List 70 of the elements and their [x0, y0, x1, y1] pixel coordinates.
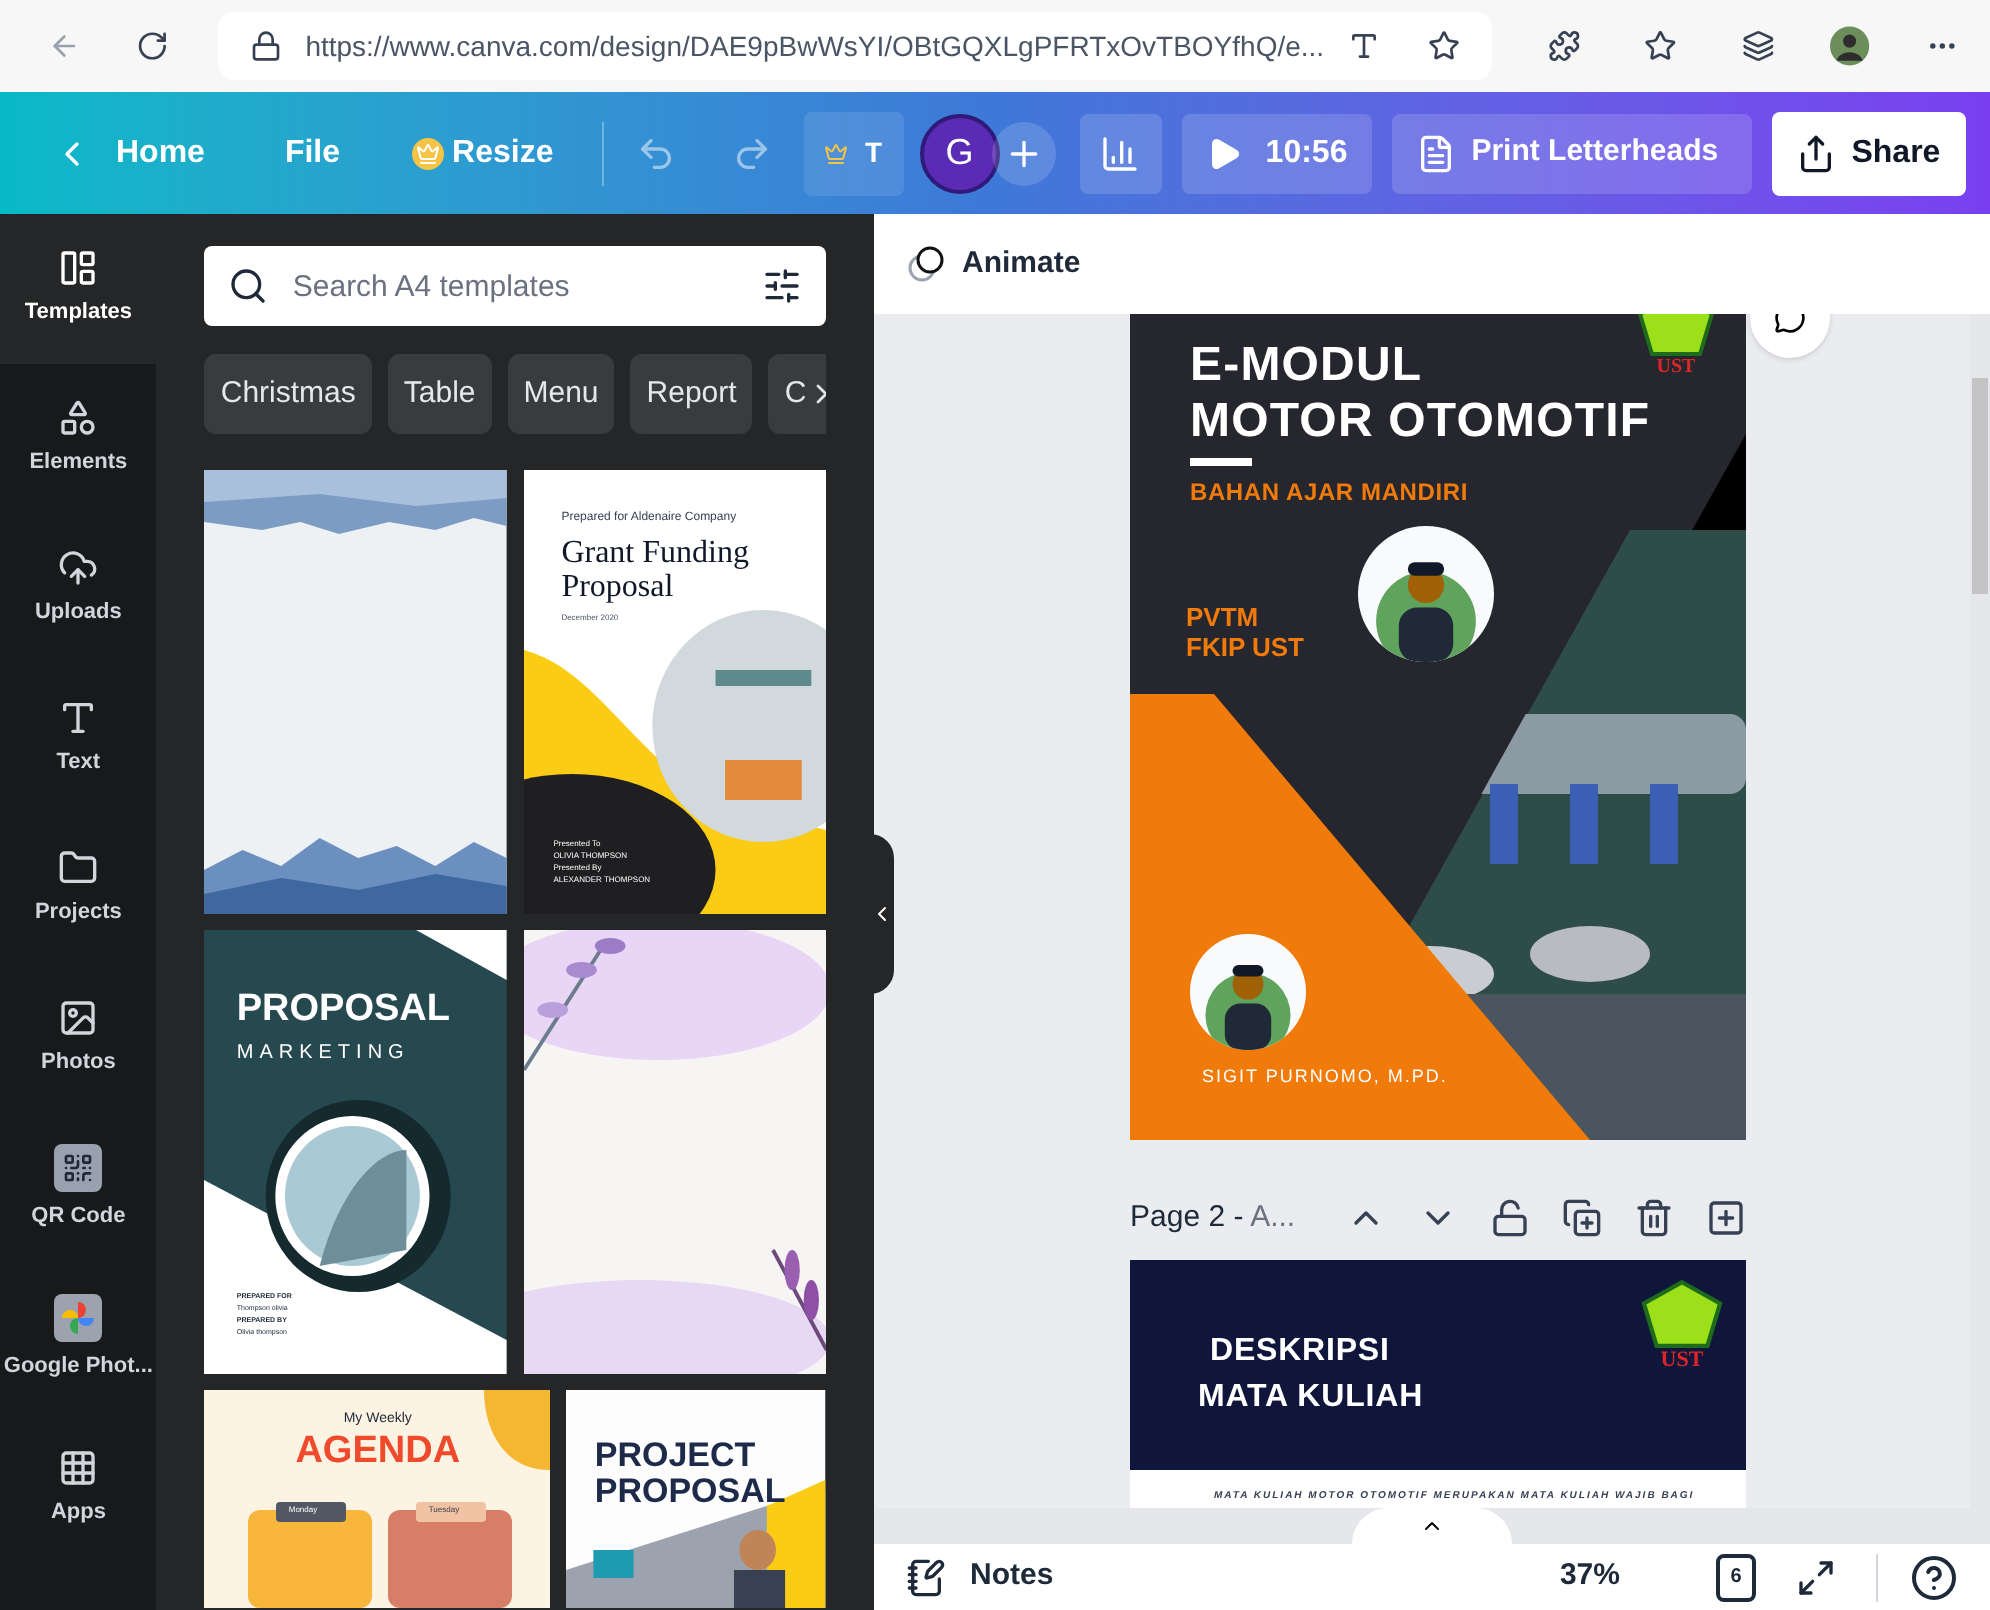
- template-title: PROJECT: [594, 1438, 758, 1474]
- pinwheel-icon: [54, 1294, 103, 1343]
- zoom-level[interactable]: 37%: [1559, 1554, 1620, 1600]
- read-aloud-icon[interactable]: [1348, 30, 1381, 62]
- template-title: AGENDA: [295, 1431, 461, 1471]
- page-heading: DESKRIPSI: [1210, 1331, 1392, 1371]
- animate-icon: [906, 244, 946, 284]
- cloud-upload-icon: [58, 548, 99, 589]
- shapes-icon: [58, 398, 99, 439]
- duplicate-icon[interactable]: [1562, 1198, 1602, 1239]
- help-icon[interactable]: [1910, 1553, 1958, 1601]
- title-underline: [1190, 458, 1252, 466]
- search-field[interactable]: Search A4 templates: [204, 246, 826, 326]
- text-icon: [58, 698, 99, 739]
- collapse-handle[interactable]: [870, 834, 894, 994]
- folder-icon: [58, 848, 99, 889]
- delete-icon[interactable]: [1634, 1198, 1674, 1239]
- extensions-icon[interactable]: [1548, 26, 1581, 66]
- present-button[interactable]: 10:56: [1181, 113, 1372, 193]
- template-subtitle: MARKETING: [236, 1040, 412, 1068]
- category-chip[interactable]: C: [768, 354, 826, 434]
- notes-button[interactable]: Notes: [906, 1554, 1054, 1600]
- favorite-icon[interactable]: [1428, 30, 1461, 62]
- page-title: E-MODUL: [1190, 338, 1425, 394]
- category-chip[interactable]: Christmas: [204, 354, 372, 434]
- category-chip[interactable]: Report: [630, 354, 753, 434]
- document-icon: [1415, 133, 1456, 173]
- add-user-button[interactable]: [991, 121, 1056, 185]
- category-chip[interactable]: Table: [387, 354, 492, 434]
- insights-button[interactable]: [1079, 113, 1162, 193]
- template-title: Grant Funding Proposal: [561, 536, 751, 604]
- share-button[interactable]: Share: [1771, 111, 1966, 195]
- logo-text: UST: [1656, 358, 1696, 378]
- notes-icon: [906, 1557, 946, 1597]
- share-icon: [1795, 133, 1836, 173]
- animate-button[interactable]: Animate: [906, 241, 1081, 287]
- add-page-icon[interactable]: [1706, 1198, 1746, 1239]
- page-label: Page 2 - A...: [1130, 1198, 1296, 1238]
- favorites-icon[interactable]: [1644, 26, 1678, 66]
- crown-icon: [824, 141, 849, 165]
- page-title: MOTOR OTOMOTIF: [1190, 394, 1651, 450]
- org-text: PVTM: [1186, 602, 1261, 632]
- crown-icon: [412, 137, 445, 169]
- templates-icon: [58, 248, 99, 289]
- qr-code-icon: [54, 1144, 103, 1193]
- collections-icon[interactable]: [1741, 26, 1775, 66]
- avatar-icon[interactable]: [1830, 22, 1870, 70]
- apps-icon: [58, 1448, 99, 1489]
- template-title: PROPOSAL: [236, 990, 450, 1030]
- org-text: FKIP UST: [1186, 632, 1304, 662]
- logo-text: UST: [1660, 1349, 1704, 1371]
- lock-icon: [249, 30, 282, 62]
- bar-chart-icon: [1100, 133, 1141, 173]
- address-bar[interactable]: https://www.canva.com/design/DAE9pBwWsYI/OBtGQXLgPFRTxOvTBOYfhQ/e...: [217, 12, 1493, 80]
- user-avatar[interactable]: G: [919, 113, 1000, 193]
- fullscreen-icon[interactable]: [1796, 1557, 1836, 1597]
- sidebar-item[interactable]: Templates: [0, 214, 157, 364]
- page-count-button[interactable]: 6: [1716, 1553, 1756, 1601]
- page-heading: MATA KULIAH: [1198, 1377, 1424, 1417]
- filter-icon[interactable]: [762, 266, 802, 306]
- page-subtitle: BAHAN AJAR MANDIRI: [1190, 476, 1470, 510]
- unlock-icon[interactable]: [1490, 1198, 1530, 1239]
- url-text: https://www.canva.com/design/DAE9pBwWsYI/OBtGQXLgPFRTxOvTBOYfhQ/e...: [305, 27, 1325, 66]
- reload-icon[interactable]: [136, 26, 170, 66]
- image-icon: [58, 998, 99, 1039]
- print-button[interactable]: Print Letterheads: [1391, 113, 1752, 193]
- category-chip[interactable]: Menu: [507, 354, 615, 434]
- template-title: PROPOSAL: [594, 1474, 786, 1510]
- crest-icon: [1638, 1277, 1726, 1349]
- search-icon: [228, 266, 269, 306]
